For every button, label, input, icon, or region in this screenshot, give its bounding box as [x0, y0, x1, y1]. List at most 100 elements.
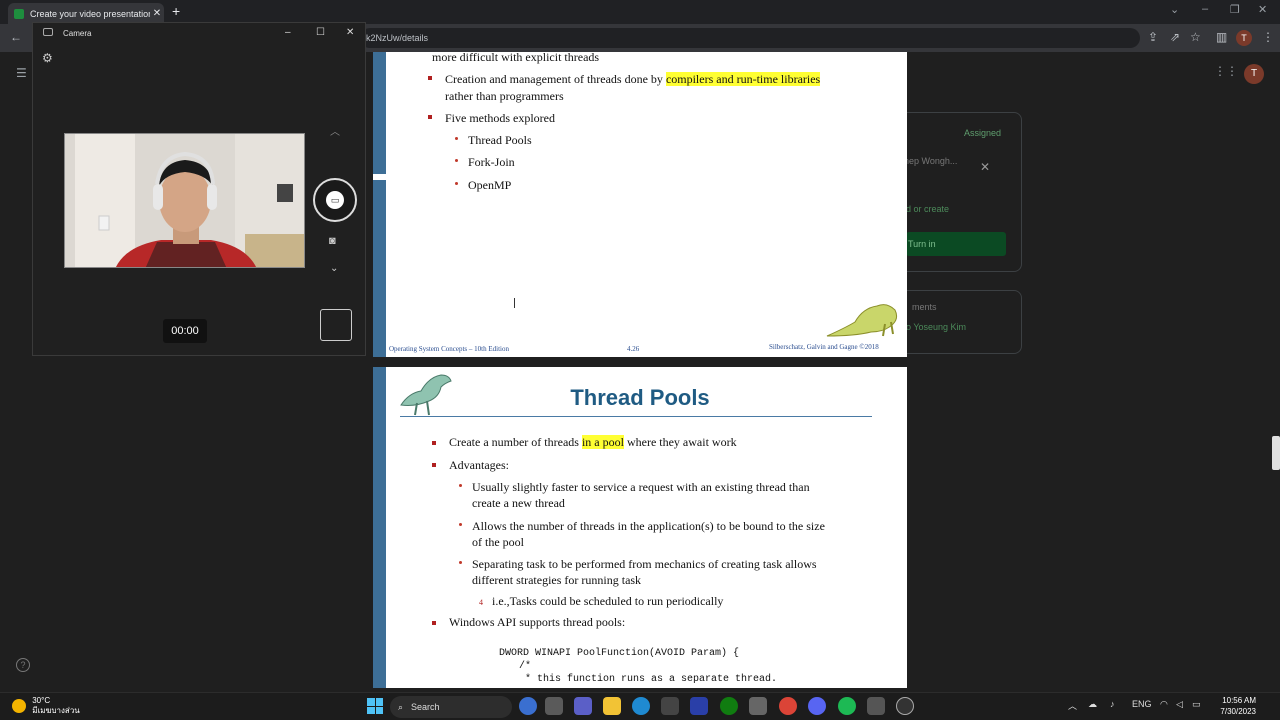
apps-grid-icon[interactable]: ⋮⋮: [1214, 64, 1238, 78]
main-menu-icon[interactable]: ☰: [16, 66, 27, 80]
system-clock[interactable]: 10:56 AM 7/30/2023: [1210, 695, 1256, 717]
new-tab-icon[interactable]: +: [172, 3, 180, 19]
camera-chevron-down-icon[interactable]: ⌄: [330, 263, 338, 274]
last-capture-thumbnail[interactable]: [320, 309, 352, 341]
record-video-button[interactable]: ▭: [313, 178, 357, 222]
xbox-icon[interactable]: [720, 697, 738, 715]
slide-text-line: more difficult with explicit threads: [432, 50, 600, 64]
slide-4-26: more difficult with explicit threads Cre…: [373, 50, 907, 357]
tray-overflow-icon[interactable]: ︿: [1068, 699, 1077, 712]
discord-icon[interactable]: [808, 697, 826, 715]
advantage-faster-line1: Usually slightly faster to service a req…: [472, 480, 810, 494]
sub-sub-bullet-marker: 4: [479, 598, 483, 607]
file-explorer-icon[interactable]: [603, 697, 621, 715]
start-button-icon[interactable]: [367, 698, 383, 714]
code-line: /*: [519, 661, 532, 672]
restore-icon[interactable]: ❐: [1230, 3, 1240, 16]
weather-temp: 30°C: [32, 696, 51, 705]
sub-item-openmp: OpenMP: [468, 178, 512, 192]
sub-bullet-marker: [455, 182, 458, 185]
task-view-icon[interactable]: [545, 697, 563, 715]
turn-in-button[interactable]: Turn in: [906, 232, 1006, 256]
browser-tab-strip: Create your video presentation f ✕ + ⌄ –…: [0, 0, 1280, 24]
sub-bullet-marker: [459, 561, 462, 564]
clock-time: 10:56 AM: [1222, 696, 1256, 705]
footer-right: Silberschatz, Galvin and Gagne ©2018: [769, 343, 879, 351]
attachment-name[interactable]: hep Wongh...: [904, 156, 957, 166]
advantage-bound-line2: of the pool: [472, 535, 524, 549]
minimize-icon[interactable]: –: [1202, 3, 1208, 15]
bullet-marker: [428, 76, 432, 80]
slide-title: Thread Pools: [570, 385, 710, 410]
sub-bullet-marker: [459, 523, 462, 526]
help-icon[interactable]: ?: [16, 658, 30, 672]
sub-item-thread-pools: Thread Pools: [468, 133, 532, 147]
install-icon[interactable]: ⇪: [1148, 30, 1158, 44]
windows-taskbar: 30°C มีเมฆบางส่วน ⌕ Search ︿ ☁ ♪ ENG ◠ ◁…: [0, 692, 1280, 720]
tab-search-chevron-icon[interactable]: ⌄: [1170, 3, 1179, 16]
visual-studio-icon[interactable]: [690, 697, 708, 715]
copilot-icon[interactable]: [519, 697, 537, 715]
browser-tab[interactable]: Create your video presentation f ✕: [8, 3, 164, 24]
bullet-five-methods: Five methods explored: [445, 111, 555, 125]
bookmark-star-icon[interactable]: ☆: [1190, 30, 1201, 44]
video-camera-icon: ▭: [326, 191, 344, 209]
profile-avatar[interactable]: T: [1236, 30, 1252, 46]
text-cursor: [514, 298, 515, 308]
sub-bullet-marker: [455, 159, 458, 162]
wifi-icon[interactable]: ◠: [1160, 699, 1168, 710]
sub-bullet-marker: [455, 137, 458, 140]
bullet-marker: [432, 441, 436, 445]
classroom-favicon-icon: [14, 8, 24, 19]
chrome-icon[interactable]: [779, 697, 797, 715]
address-bar[interactable]: k2NzUw/details: [360, 28, 1140, 48]
share-icon[interactable]: ⇗: [1170, 30, 1180, 44]
back-icon[interactable]: ←: [10, 30, 22, 44]
tab-close-icon[interactable]: ✕: [150, 8, 164, 19]
volume-icon[interactable]: ◁: [1176, 699, 1183, 710]
camera-taskbar-icon[interactable]: [867, 697, 885, 715]
private-comments-heading: ments: [912, 302, 937, 312]
camera-minimize-icon[interactable]: –: [285, 27, 291, 38]
add-comment-link[interactable]: o Yoseung Kim: [906, 322, 966, 332]
bullet-creation-management: Creation and management of threads done …: [445, 72, 821, 86]
webcam-feed-image: [65, 134, 304, 267]
code-line: DWORD WINAPI PoolFunction(AVOID Param) {: [499, 648, 740, 659]
microsoft-store-icon[interactable]: [661, 697, 679, 715]
camera-close-icon[interactable]: ✕: [346, 27, 354, 38]
taskbar-search[interactable]: ⌕ Search: [390, 696, 512, 718]
language-indicator[interactable]: ENG: [1132, 699, 1152, 709]
battery-icon[interactable]: ▭: [1192, 699, 1201, 710]
sub-sub-item-scheduled: i.e.,Tasks could be scheduled to run per…: [492, 594, 724, 608]
close-window-icon[interactable]: ✕: [1258, 3, 1267, 16]
teams-chat-icon[interactable]: [574, 697, 592, 715]
clock-date: 7/30/2023: [1220, 707, 1256, 716]
camera-chevron-up-icon[interactable]: ︿: [330, 123, 340, 138]
onedrive-icon[interactable]: ☁: [1088, 699, 1097, 710]
assigned-status: Assigned: [964, 128, 1002, 138]
camera-window: Camera – ☐ ✕ ⚙ ︿ ▭ ◙ ⌄ 00:00: [32, 22, 366, 356]
sub-item-fork-join: Fork-Join: [468, 155, 515, 169]
browser-menu-icon[interactable]: ⋮: [1262, 30, 1274, 44]
advantage-separating-line1: Separating task to be performed from mec…: [472, 557, 817, 571]
title-rule: [400, 416, 872, 417]
bullet-windows-api: Windows API supports thread pools:: [449, 615, 626, 629]
page-scrollbar[interactable]: [1272, 436, 1280, 470]
camera-maximize-icon[interactable]: ☐: [316, 27, 325, 38]
search-label: Search: [411, 702, 440, 712]
photo-mode-icon[interactable]: ◙: [329, 235, 336, 247]
camera-settings-gear-icon[interactable]: ⚙: [42, 51, 53, 65]
sidebar-icon[interactable]: ▥: [1216, 30, 1227, 44]
spotify-icon[interactable]: [838, 697, 856, 715]
microphone-icon[interactable]: ♪: [1110, 699, 1115, 709]
edge-icon[interactable]: [632, 697, 650, 715]
remove-attachment-icon[interactable]: ✕: [980, 160, 990, 174]
footer-page-number: 4.26: [627, 345, 640, 353]
bullet-create-threads: Create a number of threads in a pool whe…: [449, 435, 737, 449]
add-or-create-button[interactable]: d or create: [906, 204, 949, 214]
settings-taskbar-icon[interactable]: [896, 697, 914, 715]
account-avatar[interactable]: T: [1244, 64, 1264, 84]
advantage-bound-line1: Allows the number of threads in the appl…: [472, 519, 825, 533]
snipping-tool-icon[interactable]: [749, 697, 767, 715]
weather-widget[interactable]: 30°C มีเมฆบางส่วน: [12, 696, 80, 716]
